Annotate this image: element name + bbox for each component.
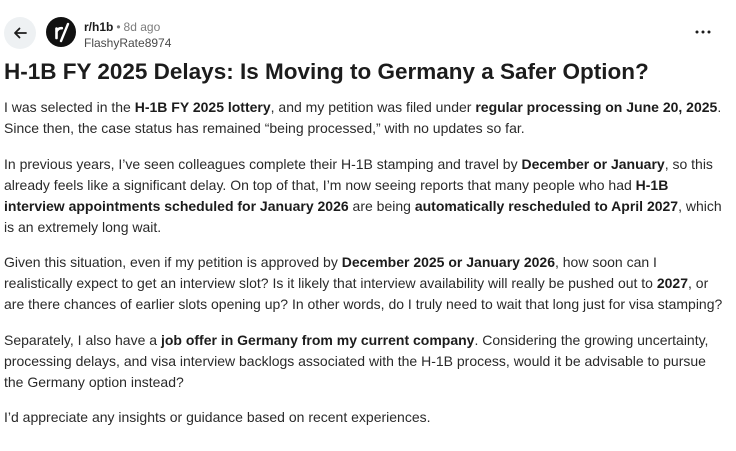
- back-button[interactable]: [4, 17, 36, 49]
- subreddit-line: r/h1b • 8d ago: [84, 19, 171, 35]
- post-header: r/h1b • 8d ago FlashyRate8974: [0, 0, 736, 58]
- more-options-button[interactable]: [690, 24, 716, 40]
- subreddit-logo-icon: [55, 22, 70, 43]
- post-paragraph-3: Given this situation, even if my petitio…: [4, 252, 728, 315]
- meta-separator: •: [116, 20, 121, 34]
- bold-text: job offer in Germany from my current com…: [160, 331, 475, 348]
- text-run: In previous years, I’ve seen colleagues …: [4, 155, 522, 172]
- subreddit-avatar[interactable]: [46, 17, 76, 47]
- text-run: I’d appreciate any insights or guidance …: [4, 409, 431, 425]
- text-run: Separately, I also have a: [4, 331, 161, 348]
- text-run: I was selected in the: [4, 99, 135, 115]
- more-horizontal-icon: [695, 30, 711, 34]
- post-paragraph-2: In previous years, I’ve seen colleagues …: [4, 154, 728, 238]
- bold-text: 2027: [656, 275, 689, 291]
- bold-text: December or January: [521, 155, 665, 172]
- post-paragraph-5: I’d appreciate any insights or guidance …: [4, 407, 728, 428]
- bold-text: regular processing on June 20, 2025: [475, 99, 718, 115]
- post-title: H-1B FY 2025 Delays: Is Moving to German…: [4, 59, 649, 84]
- post-age: 8d ago: [123, 20, 161, 34]
- text-run: Given this situation, even if my petitio…: [4, 254, 342, 270]
- bold-text: December 2025 or January 2026: [341, 254, 555, 270]
- author-link[interactable]: FlashyRate8974: [84, 35, 171, 51]
- post-paragraph-4: Separately, I also have a job offer in G…: [4, 330, 728, 393]
- subreddit-link[interactable]: r/h1b: [84, 20, 113, 34]
- bold-text: automatically rescheduled to April 2027: [414, 197, 679, 214]
- post-body: I was selected in the H-1B FY 2025 lotte…: [4, 97, 728, 443]
- text-run: are being: [348, 197, 415, 214]
- post-meta: r/h1b • 8d ago FlashyRate8974: [84, 19, 171, 51]
- post-paragraph-1: I was selected in the H-1B FY 2025 lotte…: [4, 97, 728, 139]
- bold-text: H-1B FY 2025 lottery: [134, 99, 271, 115]
- text-run: , and my petition was filed under: [270, 99, 476, 115]
- arrow-left-icon: [14, 27, 27, 39]
